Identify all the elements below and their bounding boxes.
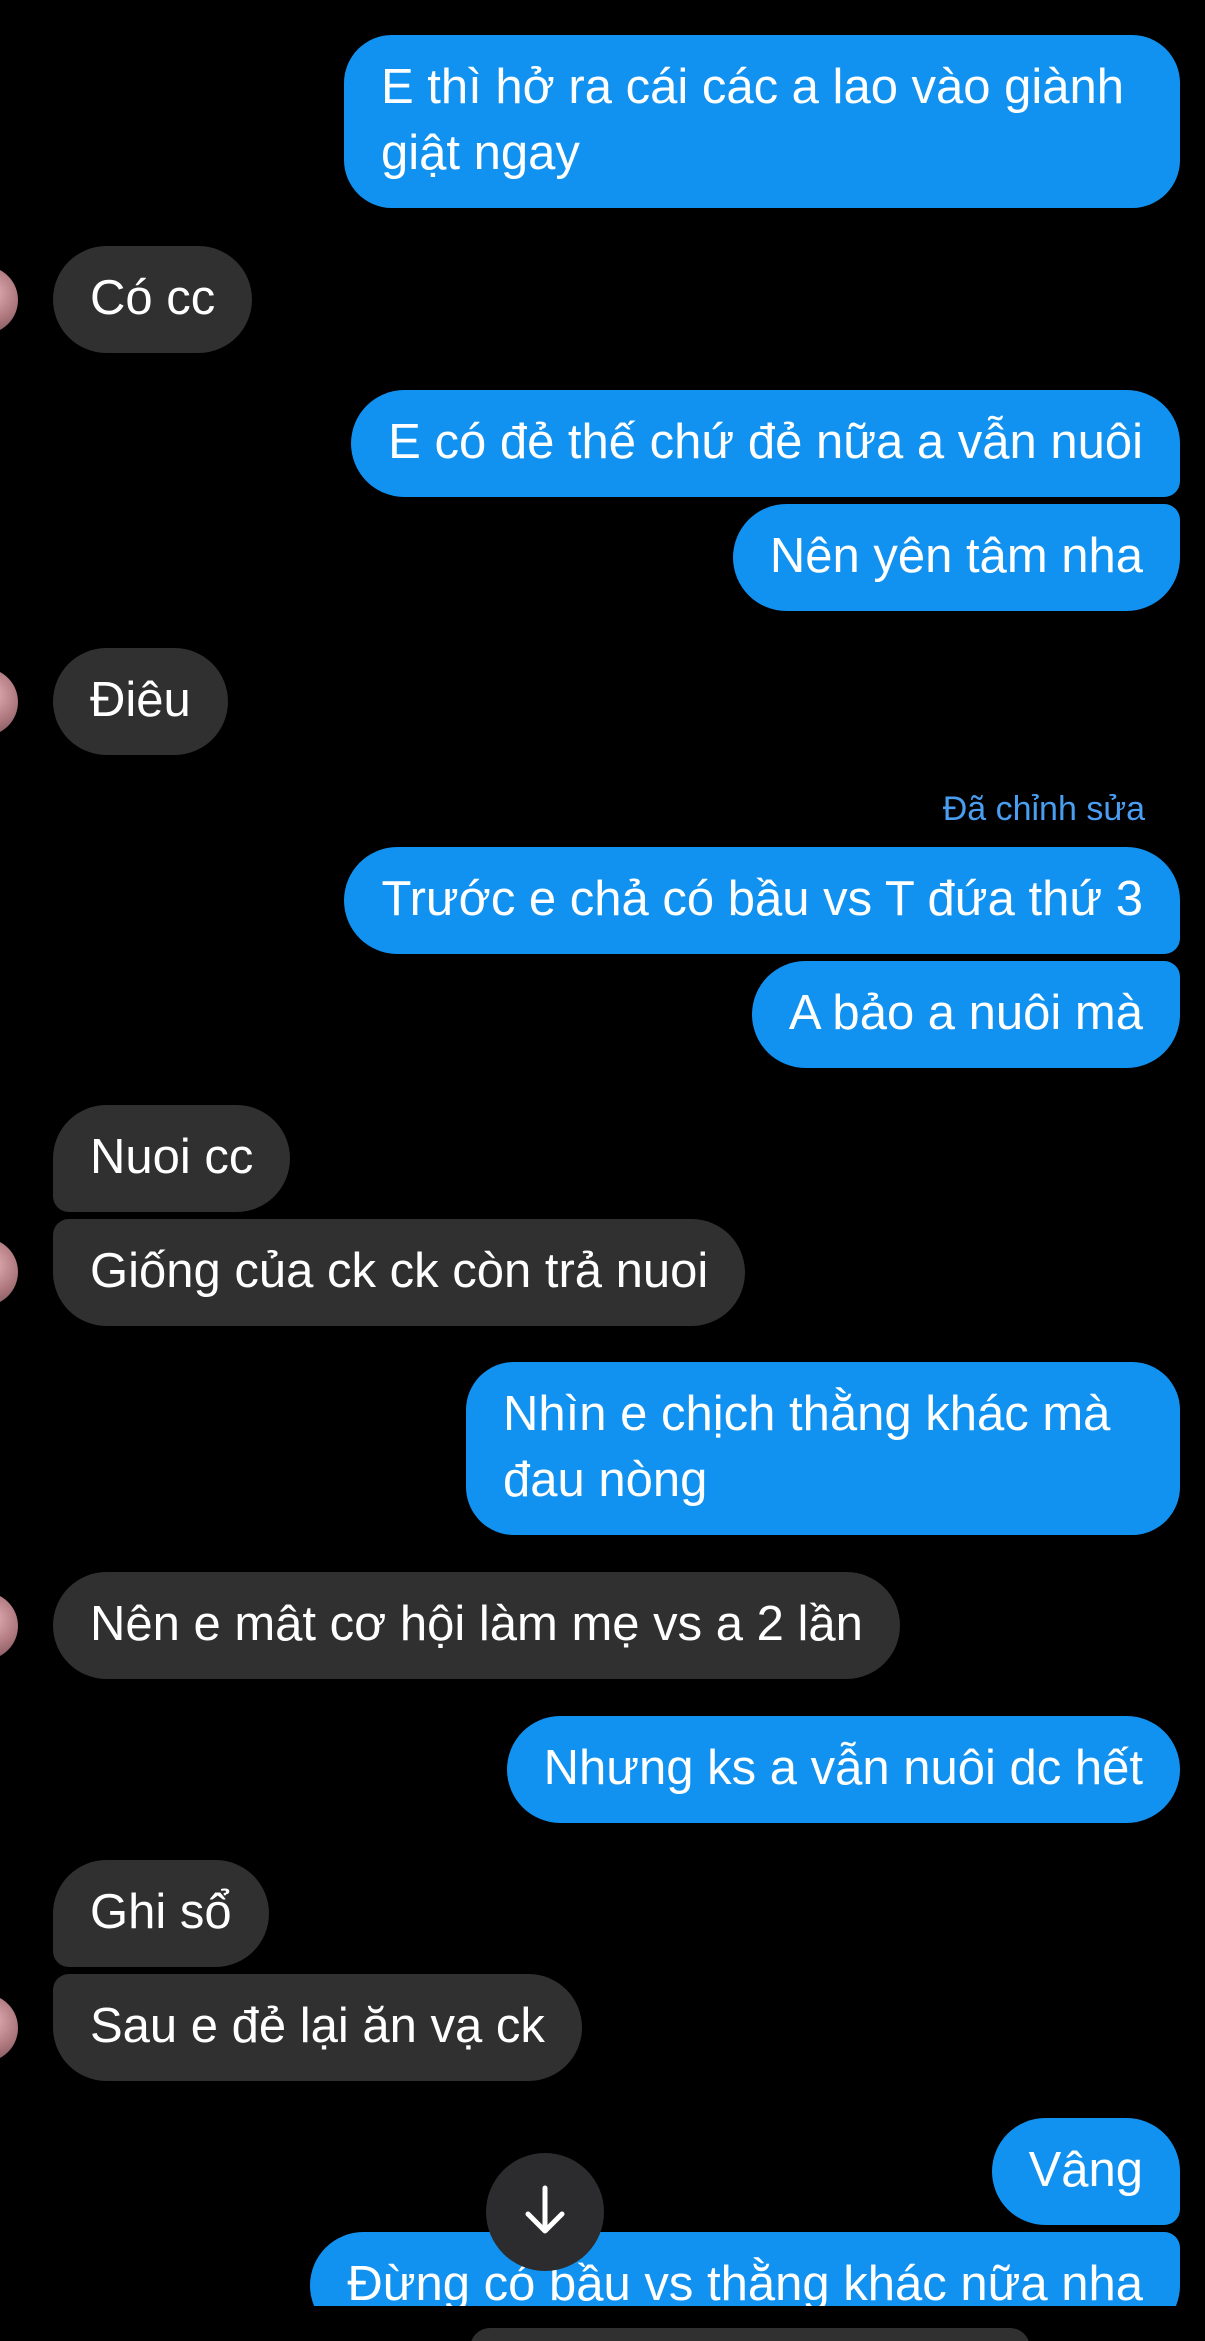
message-text: Sau e đẻ lại ăn vạ ck bbox=[90, 1999, 545, 2053]
message-bubble-outgoing[interactable]: Vâng bbox=[991, 2118, 1180, 2225]
message-text: Điêu bbox=[90, 673, 191, 727]
message-bubble-outgoing[interactable]: A bảo a nuôi mà bbox=[751, 961, 1180, 1068]
message-text: Ghi sổ bbox=[90, 1885, 232, 1939]
message-bubble-outgoing[interactable]: E thì hở ra cái các a lao vào giành giật… bbox=[344, 35, 1180, 208]
message-bubble-incoming[interactable]: Có cc bbox=[53, 246, 253, 353]
contact-avatar[interactable] bbox=[0, 1994, 18, 2062]
message-text: Giống của ck ck còn trả nuoi bbox=[90, 1244, 709, 1298]
edited-label: Đã chỉnh sửa bbox=[942, 790, 1145, 828]
contact-avatar[interactable] bbox=[0, 1592, 18, 1660]
message-text: Nhìn e chịch thằng khác mà đau nòng bbox=[503, 1387, 1111, 1507]
scroll-to-bottom-button[interactable] bbox=[486, 2153, 604, 2271]
message-bubble-outgoing[interactable]: E có đẻ thế chứ đẻ nữa a vẫn nuôi bbox=[351, 390, 1180, 497]
message-bubble-incoming[interactable]: Điêu bbox=[53, 648, 228, 755]
message-text: Đừng có bầu vs thằng khác nữa nha bbox=[347, 2257, 1143, 2311]
message-text: Nên e mât cơ hội làm mẹ vs a 2 lần bbox=[90, 1597, 863, 1651]
message-bubble-outgoing[interactable]: Nhìn e chịch thằng khác mà đau nòng bbox=[466, 1362, 1180, 1535]
contact-avatar[interactable] bbox=[0, 266, 18, 334]
message-bubble-incoming[interactable]: Ghi sổ bbox=[53, 1860, 269, 1967]
message-text: Nên yên tâm nha bbox=[769, 529, 1143, 583]
message-bubble-incoming[interactable]: Nên e mât cơ hội làm mẹ vs a 2 lần bbox=[53, 1572, 900, 1679]
message-bubble-outgoing[interactable]: Nên yên tâm nha bbox=[732, 504, 1180, 611]
arrow-down-icon bbox=[522, 2184, 568, 2241]
message-text: E có đẻ thế chứ đẻ nữa a vẫn nuôi bbox=[388, 415, 1143, 469]
message-bubble-outgoing[interactable]: Nhưng ks a vẫn nuôi dc hết bbox=[506, 1716, 1180, 1823]
message-bubble-incoming[interactable]: Nuoi cc bbox=[53, 1105, 291, 1212]
chat-thread[interactable]: E thì hở ra cái các a lao vào giành giật… bbox=[0, 0, 1205, 2341]
message-bubble-incoming[interactable]: Giống của ck ck còn trả nuoi bbox=[53, 1219, 746, 1326]
message-text: Nhưng ks a vẫn nuôi dc hết bbox=[543, 1741, 1143, 1795]
next-message-peek bbox=[470, 2328, 1030, 2341]
message-text: E thì hở ra cái các a lao vào giành giật… bbox=[381, 60, 1125, 180]
contact-avatar[interactable] bbox=[0, 668, 18, 736]
message-bubble-outgoing[interactable]: Trước e chả có bầu vs T đứa thứ 3 bbox=[344, 847, 1180, 954]
message-text: A bảo a nuôi mà bbox=[788, 986, 1143, 1040]
message-text: Vâng bbox=[1028, 2143, 1143, 2197]
message-text: Có cc bbox=[90, 271, 216, 325]
message-text: Trước e chả có bầu vs T đứa thứ 3 bbox=[381, 872, 1143, 926]
message-bubble-incoming[interactable]: Sau e đẻ lại ăn vạ ck bbox=[53, 1974, 582, 2081]
message-text: Nuoi cc bbox=[90, 1130, 254, 1184]
contact-avatar[interactable] bbox=[0, 1238, 18, 1306]
